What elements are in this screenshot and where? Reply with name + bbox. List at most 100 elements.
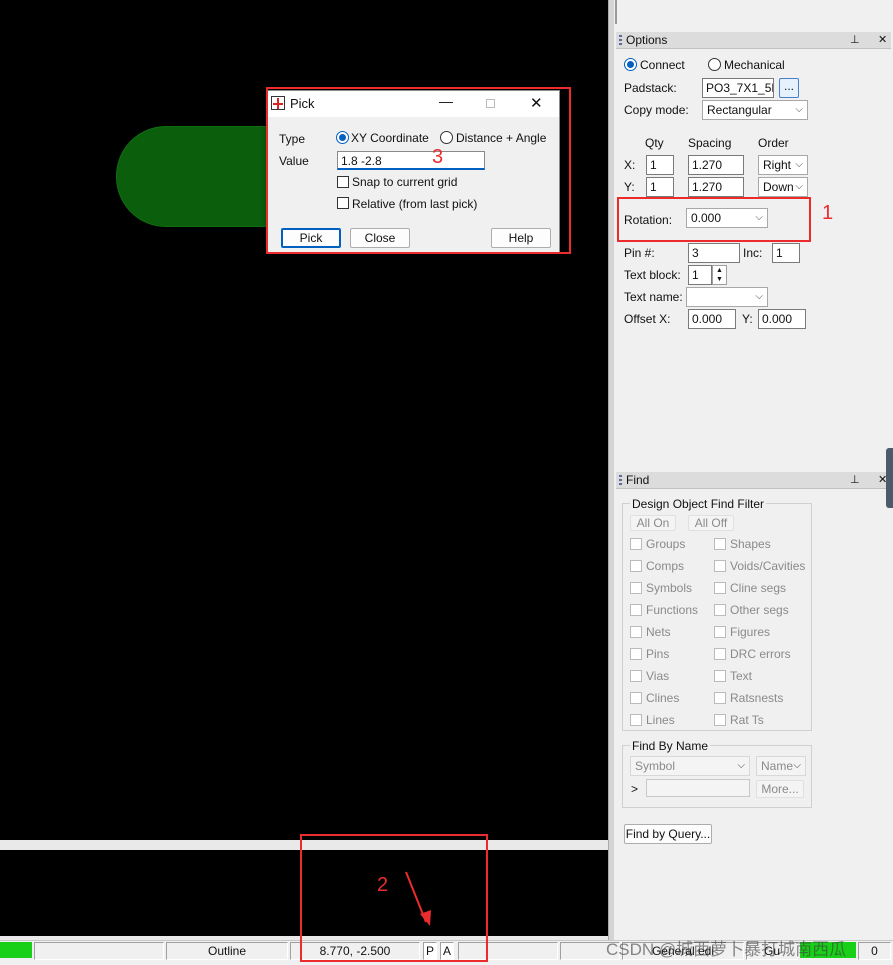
find-by-name-group xyxy=(622,745,812,808)
annotation-label-1: 1 xyxy=(822,202,834,224)
dock-edge xyxy=(615,0,617,24)
text-name-label: Text name: xyxy=(624,290,683,304)
find-filter-checkbox[interactable] xyxy=(714,692,726,704)
pin-number-label: Pin #: xyxy=(624,246,655,260)
chevron-down-icon: ⌵ xyxy=(793,760,801,771)
padstack-field[interactable]: PO3_7X1_5D xyxy=(702,78,774,98)
find-by-query-button[interactable]: Find by Query... xyxy=(624,824,712,844)
chevron-down-icon: ⌵ xyxy=(737,760,745,771)
find-filter-checkbox[interactable] xyxy=(714,626,726,638)
find-filter-label: Ratsnests xyxy=(730,691,784,705)
annotation-box-3 xyxy=(266,87,571,254)
close-icon[interactable]: ✕ xyxy=(878,32,887,49)
annotation-box-1 xyxy=(617,197,811,242)
find-filter-label: Functions xyxy=(646,603,699,617)
padstack-browse-button[interactable]: ... xyxy=(779,78,799,98)
find-filter-label: DRC errors xyxy=(730,647,791,661)
status-cell-blank xyxy=(34,942,164,960)
spacing-header: Spacing xyxy=(688,136,732,150)
find-filter-checkbox[interactable] xyxy=(714,604,726,616)
find-filter-checkbox[interactable] xyxy=(630,648,642,660)
y-order-select[interactable]: Down ⌵ xyxy=(758,177,808,197)
find-by-name-title: Find By Name xyxy=(630,739,711,753)
dock-side-tab[interactable] xyxy=(886,448,893,508)
find-filter-label: Vias xyxy=(646,669,670,683)
all-on-button[interactable]: All On xyxy=(630,515,676,531)
inc-label: Inc: xyxy=(743,246,763,260)
mode-cell: Outline xyxy=(166,942,288,960)
pin-number-field[interactable]: 3 xyxy=(688,243,740,263)
pin-icon[interactable]: ⊥ xyxy=(850,472,860,489)
connect-radio[interactable] xyxy=(624,58,637,71)
find-filter-checkbox[interactable] xyxy=(714,670,726,682)
find-filter-checkbox[interactable] xyxy=(630,692,642,704)
find-filter-checkbox[interactable] xyxy=(630,604,642,616)
inc-field[interactable]: 1 xyxy=(772,243,800,263)
text-block-spinner[interactable]: ▲ ▼ xyxy=(712,265,727,285)
find-filter-label: Cline segs xyxy=(730,581,787,595)
chevron-down-icon: ⌵ xyxy=(795,104,803,115)
x-qty-field[interactable]: 1 xyxy=(646,155,674,175)
find-filter-checkbox[interactable] xyxy=(714,648,726,660)
x-order-value: Right xyxy=(763,158,792,172)
options-panel-title: Options ⊥ ✕ xyxy=(616,32,891,49)
find-filter-checkbox[interactable] xyxy=(630,626,642,638)
grip-icon xyxy=(619,35,622,45)
find-panel-title: Find ⊥ ✕ xyxy=(616,472,891,489)
find-filter-label: Voids/Cavities xyxy=(730,559,806,573)
find-filter-label: Rat Ts xyxy=(730,713,764,727)
offset-x-field[interactable]: 0.000 xyxy=(688,309,736,329)
find-filter-label: Other segs xyxy=(730,603,789,617)
find-filter-label: Clines xyxy=(646,691,680,705)
text-name-select[interactable]: ⌵ xyxy=(686,287,768,307)
options-title-text: Options xyxy=(626,33,668,47)
y-spacing-field[interactable]: 1.270 xyxy=(688,177,744,197)
text-block-field[interactable]: 1 xyxy=(688,265,712,285)
status-indicator xyxy=(0,942,32,958)
text-block-label: Text block: xyxy=(624,268,681,282)
find-filter-checkbox[interactable] xyxy=(630,560,642,572)
name-mode-select[interactable]: Name ⌵ xyxy=(756,756,806,776)
find-filter-label: Symbols xyxy=(646,581,693,595)
find-filter-checkbox[interactable] xyxy=(714,560,726,572)
name-search-field[interactable] xyxy=(646,779,750,797)
y-order-value: Down xyxy=(763,180,794,194)
chevron-down-icon: ⌵ xyxy=(795,159,803,170)
x-spacing-field[interactable]: 1.270 xyxy=(688,155,744,175)
find-filter-checkbox[interactable] xyxy=(630,582,642,594)
more-button[interactable]: More... xyxy=(756,780,804,798)
find-title-text: Find xyxy=(626,473,650,487)
find-filter-label: Text xyxy=(730,669,753,683)
find-filter-label: Pins xyxy=(646,647,670,661)
find-filter-checkbox[interactable] xyxy=(714,714,726,726)
name-arrow: > xyxy=(631,782,639,796)
x-label: X: xyxy=(624,158,636,172)
pin-icon[interactable]: ⊥ xyxy=(850,32,860,49)
y-qty-field[interactable]: 1 xyxy=(646,177,674,197)
offset-y-label: Y: xyxy=(742,312,753,326)
copy-mode-select[interactable]: Rectangular ⌵ xyxy=(702,100,808,120)
find-filter-label: Lines xyxy=(646,713,675,727)
find-filter-checkbox[interactable] xyxy=(714,538,726,550)
qty-header: Qty xyxy=(645,136,664,150)
annotation-box-2 xyxy=(300,834,488,962)
mechanical-label: Mechanical xyxy=(724,58,785,72)
chevron-down-icon: ⌵ xyxy=(795,181,803,192)
find-filter-label: Comps xyxy=(646,559,685,573)
last-cell: 0 xyxy=(858,942,891,960)
name-type-value: Symbol xyxy=(635,759,676,773)
find-filter-checkbox[interactable] xyxy=(630,538,642,550)
x-order-select[interactable]: Right ⌵ xyxy=(758,155,808,175)
find-filter-checkbox[interactable] xyxy=(630,670,642,682)
find-filter-checkbox[interactable] xyxy=(630,714,642,726)
grip-icon xyxy=(619,475,622,485)
mechanical-radio[interactable] xyxy=(708,58,721,71)
find-filter-title: Design Object Find Filter xyxy=(630,497,767,511)
name-type-select[interactable]: Symbol ⌵ xyxy=(630,756,750,776)
find-filter-label: Groups xyxy=(646,537,686,551)
offset-y-field[interactable]: 0.000 xyxy=(758,309,806,329)
find-filter-checkbox[interactable] xyxy=(714,582,726,594)
y-label: Y: xyxy=(624,180,635,194)
all-off-button[interactable]: All Off xyxy=(688,515,734,531)
connect-label: Connect xyxy=(640,58,685,72)
